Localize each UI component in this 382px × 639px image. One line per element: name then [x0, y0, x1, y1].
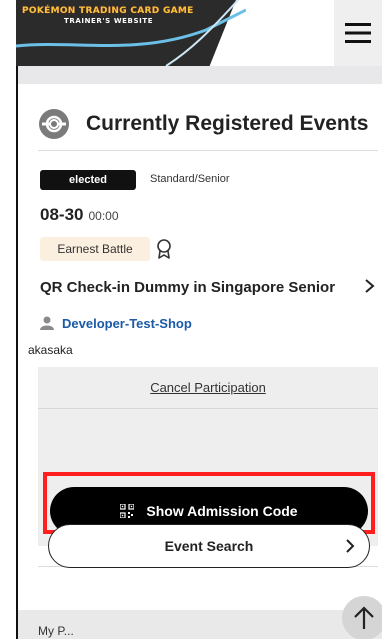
shop-link[interactable]: Developer-Test-Shop	[62, 316, 192, 331]
site-logo[interactable]: POKÉMON TRADING CARD GAME TRAINER'S WEBS…	[22, 6, 194, 42]
qr-code-icon	[120, 504, 135, 518]
battle-type-tag: Earnest Battle	[40, 237, 150, 261]
section-divider	[38, 150, 378, 151]
event-date: 08-30 00:00	[40, 205, 119, 225]
search-icon	[248, 24, 269, 45]
person-icon	[40, 316, 54, 330]
arrow-up-icon	[354, 606, 374, 629]
action-panel: Cancel Participation Show Admission Code	[38, 367, 378, 546]
ribbon-icon	[157, 239, 171, 259]
event-search-label: Event Search	[164, 538, 254, 554]
top-strip	[18, 66, 382, 84]
event-category: Standard/Senior	[150, 173, 230, 185]
footer-bar: My P...	[18, 610, 382, 639]
event-location: akasaka	[28, 343, 73, 357]
section-title: Currently Registered Events	[86, 112, 369, 135]
event-date-day: 08-30	[40, 205, 84, 224]
event-name[interactable]: QR Check-in Dummy in Singapore Senior	[40, 279, 335, 296]
main-content: Currently Registered Events elected Stan…	[18, 66, 382, 639]
event-time: 00:00	[88, 209, 119, 223]
action-divider	[38, 408, 378, 409]
shop-row: Developer-Test-Shop	[40, 313, 192, 333]
user-icon	[291, 22, 313, 46]
menu-button[interactable]	[334, 0, 382, 66]
event-search-button[interactable]: Event Search	[48, 524, 370, 568]
logo-title: POKÉMON TRADING CARD GAME	[22, 6, 194, 16]
logo-subtitle: TRAINER'S WEBSITE	[64, 17, 154, 25]
account-button[interactable]	[282, 14, 322, 54]
chevron-right-icon[interactable]	[363, 276, 377, 296]
cancel-participation-link[interactable]: Cancel Participation	[38, 380, 378, 395]
scroll-to-top-button[interactable]	[342, 596, 382, 639]
hamburger-menu-icon	[345, 23, 371, 43]
footer-partial-label[interactable]: My P...	[38, 624, 74, 638]
show-admission-code-label: Show Admission Code	[146, 503, 298, 519]
search-button[interactable]	[238, 14, 278, 54]
section-header: Currently Registered Events	[38, 104, 368, 144]
chevron-right-icon	[346, 539, 355, 553]
status-badge: elected	[40, 170, 136, 190]
registered-events-icon	[39, 109, 69, 139]
site-header: POKÉMON TRADING CARD GAME TRAINER'S WEBS…	[16, 0, 382, 68]
